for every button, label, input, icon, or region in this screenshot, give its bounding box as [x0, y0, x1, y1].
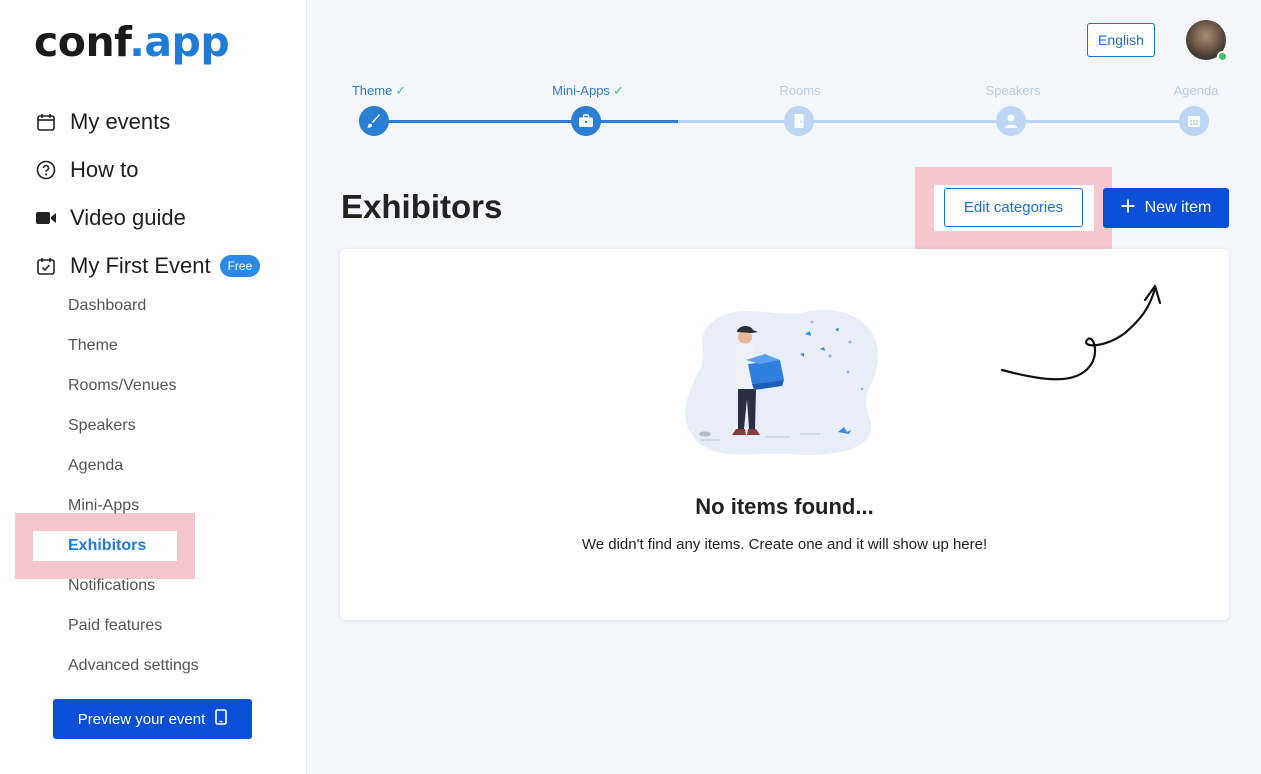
stepper-progress-remaining	[678, 120, 1194, 123]
empty-state-title: No items found...	[695, 494, 874, 519]
video-camera-icon	[35, 207, 57, 229]
calendar-icon	[35, 111, 57, 133]
question-circle-icon	[35, 159, 57, 181]
subnav-agenda[interactable]: Agenda	[68, 446, 199, 486]
logo[interactable]: conf.app	[34, 18, 230, 66]
empty-state-subtitle: We didn't find any items. Create one and…	[581, 536, 988, 553]
page-title: Exhibitors	[341, 188, 503, 225]
nav-my-first-event[interactable]: My First Event Free	[35, 242, 261, 290]
step-theme[interactable]: Theme ✓	[345, 80, 413, 136]
main-nav: My events How to Video guide My First Ev…	[35, 98, 261, 290]
check-icon: ✓	[395, 83, 407, 98]
online-status-indicator	[1217, 51, 1228, 62]
step-theme-label: Theme	[351, 83, 393, 98]
event-subnav: Dashboard Theme Rooms/Venues Speakers Ag…	[68, 286, 199, 686]
check-icon: ✓	[612, 83, 624, 98]
preview-event-button[interactable]: Preview your event	[53, 699, 252, 739]
new-item-button[interactable]: New item	[1103, 188, 1229, 228]
nav-video-guide[interactable]: Video guide	[35, 194, 260, 242]
mobile-phone-icon	[215, 709, 228, 729]
step-rooms-label: Rooms	[779, 83, 821, 98]
subnav-mini-apps[interactable]: Mini-Apps	[68, 486, 199, 526]
nav-how-to-label: How to	[70, 157, 139, 182]
briefcase-icon	[571, 106, 601, 136]
preview-event-label: Preview your event	[77, 710, 206, 728]
step-mini-apps[interactable]: Mini-Apps ✓	[545, 80, 631, 136]
calendar-grid-icon	[1179, 106, 1209, 136]
empty-box-illustration	[680, 294, 890, 474]
stepper-progress-done	[374, 120, 678, 123]
sidebar: conf.app My events How to Video guide My…	[0, 0, 307, 774]
step-speakers-label: Speakers	[985, 83, 1041, 98]
subnav-dashboard[interactable]: Dashboard	[68, 286, 199, 326]
setup-stepper: Theme ✓ Mini-Apps ✓ Rooms Speakers Agenda	[340, 80, 1230, 140]
nav-my-events-label: My events	[70, 109, 171, 134]
edit-categories-button[interactable]: Edit categories	[944, 188, 1083, 227]
nav-my-first-event-label: My First Event	[70, 253, 211, 278]
subnav-paid-features[interactable]: Paid features	[68, 606, 199, 646]
language-selector[interactable]: English	[1087, 23, 1155, 57]
subnav-speakers[interactable]: Speakers	[68, 406, 199, 446]
subnav-theme[interactable]: Theme	[68, 326, 199, 366]
subnav-notifications[interactable]: Notifications	[68, 566, 199, 606]
nav-how-to[interactable]: How to	[35, 146, 260, 194]
step-speakers[interactable]: Speakers	[980, 80, 1046, 136]
user-icon	[996, 106, 1026, 136]
brush-icon	[359, 106, 389, 136]
nav-my-events[interactable]: My events	[35, 98, 260, 146]
door-icon	[784, 106, 814, 136]
subnav-exhibitors[interactable]: Exhibitors	[68, 526, 199, 566]
step-rooms[interactable]: Rooms	[770, 80, 830, 136]
annotation-arrow-icon	[995, 278, 1170, 393]
step-agenda-label: Agenda	[1173, 83, 1219, 98]
subnav-advanced-settings[interactable]: Advanced settings	[68, 646, 199, 686]
step-mini-apps-label: Mini-Apps	[552, 83, 610, 98]
nav-video-guide-label: Video guide	[70, 205, 186, 230]
free-badge: Free	[219, 255, 261, 277]
calendar-check-icon	[35, 255, 57, 277]
plus-icon	[1121, 199, 1135, 218]
new-item-label: New item	[1144, 199, 1212, 216]
subnav-rooms-venues[interactable]: Rooms/Venues	[68, 366, 199, 406]
step-agenda[interactable]: Agenda	[1170, 80, 1222, 136]
